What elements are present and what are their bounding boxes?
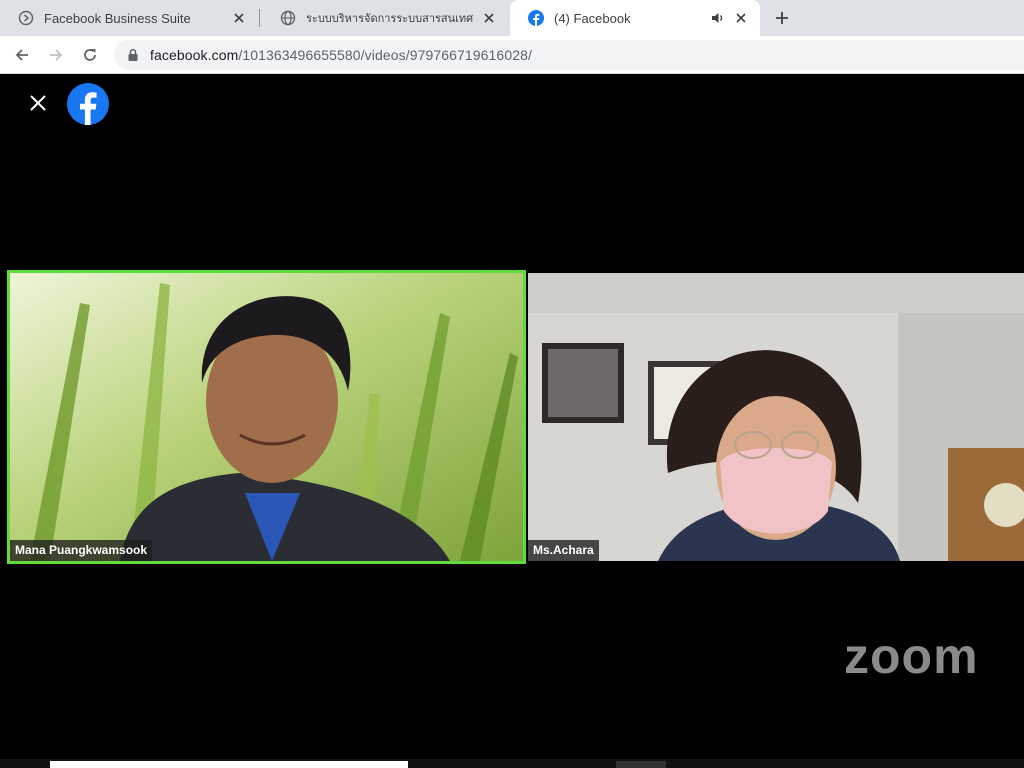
arrow-right-icon bbox=[50, 49, 63, 61]
tab-strip: Facebook Business Suite ระบบบริหารจัดการ… bbox=[0, 0, 1024, 36]
url-path: /101363496655580/videos/979766719616028/ bbox=[238, 47, 532, 63]
tab-title: Facebook Business Suite bbox=[44, 10, 191, 26]
lock-icon[interactable] bbox=[126, 48, 140, 62]
tab-close-icon[interactable] bbox=[480, 9, 498, 27]
video-progress-fill bbox=[50, 761, 408, 768]
tab-title: ระบบบริหารจัดการระบบสารสนเทศ มหา bbox=[306, 13, 474, 25]
globe-icon bbox=[280, 10, 296, 26]
browser-toolbar: facebook.com/101363496655580/videos/9797… bbox=[0, 36, 1024, 74]
url-host: facebook.com bbox=[150, 47, 239, 63]
close-viewer-button[interactable] bbox=[24, 89, 52, 117]
speaker-icon[interactable] bbox=[710, 10, 726, 26]
video-progress-segment bbox=[616, 761, 666, 768]
video-progress-bar[interactable] bbox=[0, 759, 1024, 768]
tab-facebook[interactable]: (4) Facebook bbox=[510, 0, 760, 36]
address-bar[interactable]: facebook.com/101363496655580/videos/9797… bbox=[114, 40, 1024, 70]
tab-separator bbox=[259, 9, 260, 27]
tab-title: (4) Facebook bbox=[554, 10, 631, 26]
plus-icon bbox=[776, 12, 788, 24]
close-icon bbox=[30, 95, 46, 111]
arrow-left-icon bbox=[15, 49, 28, 61]
facebook-icon bbox=[528, 10, 544, 26]
back-button[interactable] bbox=[10, 43, 34, 67]
tab-thai-portal[interactable]: ระบบบริหารจัดการระบบสารสนเทศ มหา bbox=[262, 0, 508, 36]
participant-tile[interactable]: Ms.Achara bbox=[528, 273, 1024, 561]
video-viewer[interactable]: Mana Puangkwamsook Ms.Achara zoom bbox=[0, 75, 1024, 768]
participant-tile-speaker[interactable]: Mana Puangkwamsook bbox=[7, 270, 526, 564]
participant-video-frame bbox=[10, 273, 523, 561]
facebook-logo-icon[interactable] bbox=[66, 82, 110, 126]
participant-video-frame bbox=[528, 273, 1024, 561]
tab-close-icon[interactable] bbox=[230, 9, 248, 27]
reload-button[interactable] bbox=[78, 43, 102, 67]
business-suite-icon bbox=[18, 10, 34, 26]
zoom-watermark: zoom bbox=[844, 628, 979, 684]
url-text: facebook.com/101363496655580/videos/9797… bbox=[150, 47, 532, 63]
tab-business-suite[interactable]: Facebook Business Suite bbox=[0, 0, 258, 36]
forward-button[interactable] bbox=[44, 43, 68, 67]
new-tab-button[interactable] bbox=[770, 6, 794, 30]
reload-icon bbox=[84, 49, 96, 61]
tab-close-icon[interactable] bbox=[732, 9, 750, 27]
participant-name-label: Mana Puangkwamsook bbox=[10, 540, 153, 561]
participant-name-label: Ms.Achara bbox=[528, 540, 599, 561]
